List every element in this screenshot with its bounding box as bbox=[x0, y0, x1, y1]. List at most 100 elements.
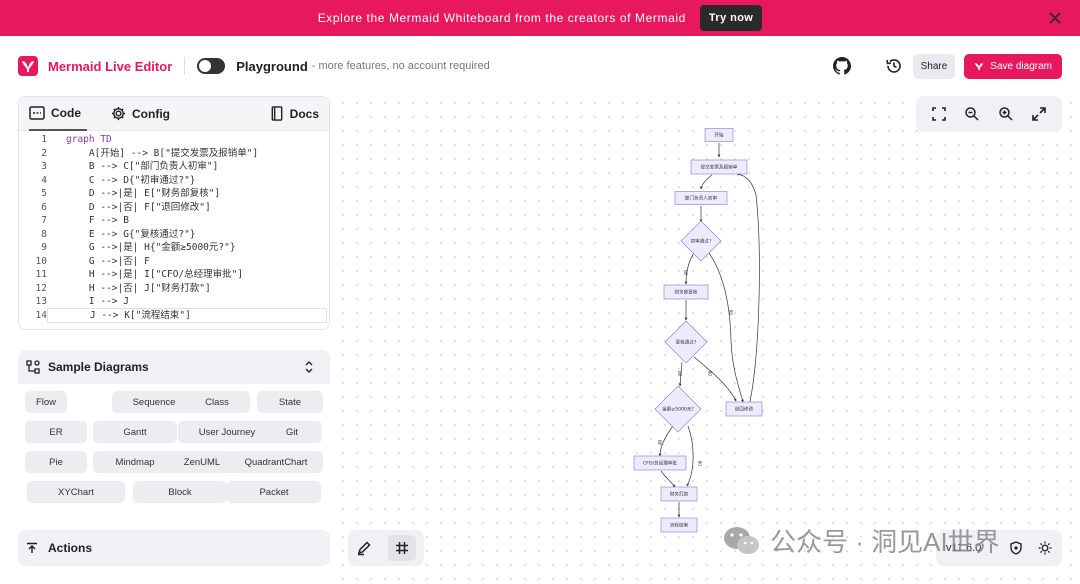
mermaid-logo-icon[interactable] bbox=[18, 56, 38, 76]
tab-code-label: Code bbox=[51, 105, 81, 120]
flow-node-label: 复核通过? bbox=[676, 339, 697, 346]
code-line[interactable]: 10 G -->|否| F bbox=[19, 255, 329, 269]
code-text: G -->|是| H{"金额≥5000元?"} bbox=[66, 242, 236, 253]
book-icon bbox=[271, 106, 283, 121]
sample-class-button[interactable]: Class bbox=[184, 391, 250, 413]
code-text: D -->|否| F["退回修改"] bbox=[66, 201, 211, 213]
flow-node-label: 初审通过? bbox=[691, 238, 712, 245]
code-line[interactable]: 6 D -->|否| F["退回修改"] bbox=[19, 201, 329, 215]
flow-node-label: CFO/总经理审批 bbox=[643, 460, 677, 467]
code-text: A[开始] --> B["提交发票及报销单"] bbox=[66, 147, 259, 159]
tab-config[interactable]: Config bbox=[111, 97, 170, 131]
sample-block-button[interactable]: Block bbox=[133, 481, 227, 503]
github-icon[interactable] bbox=[832, 57, 851, 75]
canvas-tools bbox=[348, 530, 424, 566]
edge-d-e bbox=[684, 252, 695, 285]
divider bbox=[184, 57, 186, 75]
collapse-chevron-icon[interactable] bbox=[304, 361, 314, 373]
line-number: 13 bbox=[35, 296, 47, 307]
promo-banner: Explore the Mermaid Whiteboard from the … bbox=[0, 0, 1080, 36]
code-text: H -->|否| J["财务打款"] bbox=[66, 282, 211, 294]
mermaid-tail-icon bbox=[975, 63, 984, 70]
code-text: G -->|否| F bbox=[66, 255, 150, 267]
actions-title: Actions bbox=[48, 541, 93, 555]
grid-toggle-button[interactable] bbox=[388, 535, 416, 561]
code-icon bbox=[29, 105, 45, 120]
sample-xychart-button[interactable]: XYChart bbox=[27, 481, 125, 503]
tab-docs[interactable]: Docs bbox=[270, 97, 319, 131]
edge-h-j bbox=[686, 425, 694, 487]
sample-zenuml-button[interactable]: ZenUML bbox=[169, 451, 235, 473]
sample-flow-button[interactable]: Flow bbox=[25, 391, 67, 413]
sample-quadrantchart-button[interactable]: QuadrantChart bbox=[229, 451, 323, 473]
code-line[interactable]: 5 D -->|是| E["财务部复核"] bbox=[19, 187, 329, 201]
edge-label: 否 bbox=[698, 461, 703, 467]
grid-icon bbox=[396, 542, 408, 554]
edge-g-f bbox=[693, 356, 737, 402]
line-number: 10 bbox=[35, 255, 47, 267]
code-line[interactable]: 1 graph TD bbox=[19, 133, 329, 147]
history-icon[interactable] bbox=[885, 57, 903, 75]
code-line[interactable]: 3 B --> C["部门负责人初审"] bbox=[19, 160, 329, 174]
editor-tabs: Code Config Docs bbox=[19, 97, 329, 131]
flow-node-label: 部门负责人初审 bbox=[685, 195, 718, 202]
code-line[interactable]: 4 C --> D{"初审通过?"} bbox=[19, 174, 329, 188]
sample-packet-button[interactable]: Packet bbox=[227, 481, 321, 503]
tab-docs-label: Docs bbox=[289, 106, 319, 121]
line-number: 1 bbox=[41, 134, 47, 145]
code-line[interactable]: 2 A[开始] --> B["提交发票及报销单"] bbox=[19, 147, 329, 161]
code-line[interactable]: 13 I --> J bbox=[19, 295, 329, 309]
code-line[interactable]: 11 H -->|是| I["CFO/总经理审批"] bbox=[19, 268, 329, 282]
sample-mindmap-button[interactable]: Mindmap bbox=[93, 451, 177, 473]
line-number: 11 bbox=[35, 269, 47, 280]
zoom-toolbar bbox=[916, 96, 1062, 132]
flow-node-label: 流程结束 bbox=[670, 522, 689, 529]
diagram-canvas[interactable]: 是否是否是否开始 提交发票及报销单 部门负责人初审 初审通过? 财务部复核 复核通过? 退回… bbox=[336, 96, 1080, 584]
sun-icon[interactable] bbox=[1038, 541, 1052, 555]
playground-label: Playground bbox=[236, 58, 308, 74]
flow-node-label: 金额≥5000元? bbox=[662, 406, 694, 413]
flowchart-diagram: 是否是 否是否开始提交发票及报销单部门负责人初审初审通过?财务部复核复核通过?退回… bbox=[633, 128, 763, 533]
try-now-button[interactable]: Try now bbox=[699, 5, 763, 31]
sample-er-button[interactable]: ER bbox=[25, 421, 87, 443]
expand-icon[interactable] bbox=[1031, 106, 1047, 122]
code-line[interactable]: 8 E --> G{"复核通过?"} bbox=[19, 228, 329, 242]
line-number: 12 bbox=[35, 282, 47, 294]
sample-diagrams-panel: Sample Diagrams Flow Sequence Class State ER… bbox=[18, 350, 330, 512]
sample-diagrams-grid: Flow Sequence Class State ER Gantt User Journe… bbox=[18, 384, 330, 512]
code-text: B --> C["部门负责人初审"] bbox=[66, 161, 219, 172]
shield-icon[interactable] bbox=[1010, 541, 1022, 555]
line-number: 4 bbox=[41, 174, 47, 186]
fit-screen-icon[interactable] bbox=[931, 106, 947, 122]
code-line[interactable]: 9 G -->|是| H{"金额≥5000元?"} bbox=[19, 241, 329, 255]
flow-node-label: 开始 bbox=[714, 132, 724, 139]
code-line[interactable]: 14 J --> K["流程结束"] bbox=[19, 307, 329, 323]
code-line[interactable]: 12 H -->|否| J["财务打款"] bbox=[19, 282, 329, 296]
pencil-icon[interactable] bbox=[356, 540, 372, 556]
sample-diagrams-header[interactable]: Sample Diagrams bbox=[18, 350, 330, 384]
tab-config-label: Config bbox=[132, 106, 170, 121]
brand-title[interactable]: Mermaid Live Editor bbox=[48, 59, 172, 74]
sample-pie-button[interactable]: Pie bbox=[25, 451, 87, 473]
tab-code[interactable]: Code bbox=[29, 97, 87, 131]
playground-toggle[interactable] bbox=[197, 58, 226, 74]
share-button[interactable]: Share bbox=[912, 53, 956, 79]
sample-git-button[interactable]: Git bbox=[262, 421, 322, 443]
code-line[interactable]: 7 F --> B bbox=[19, 214, 329, 228]
code-editor-panel: Code Config Docs 1 graph TD 2 A[开始] --> B[… bbox=[18, 96, 330, 330]
edge-f-b bbox=[736, 172, 760, 403]
line-number: 2 bbox=[41, 147, 47, 159]
edge-label: 是 bbox=[678, 371, 683, 377]
close-icon[interactable] bbox=[1046, 9, 1064, 27]
sample-state-button[interactable]: State bbox=[257, 391, 323, 413]
code-text: F --> B bbox=[66, 215, 129, 226]
sample-gantt-button[interactable]: Gantt bbox=[93, 421, 177, 443]
sample-diagrams-title: Sample Diagrams bbox=[48, 360, 149, 374]
save-diagram-button[interactable]: Save diagram bbox=[964, 53, 1062, 79]
zoom-out-icon[interactable] bbox=[964, 106, 980, 122]
line-number: 7 bbox=[41, 215, 47, 226]
line-number: 8 bbox=[41, 228, 47, 240]
code-area[interactable]: 1 graph TD 2 A[开始] --> B["提交发票及报销单"] 3 B --… bbox=[19, 131, 329, 323]
zoom-in-icon[interactable] bbox=[998, 106, 1014, 122]
actions-panel[interactable]: Actions bbox=[18, 530, 330, 566]
